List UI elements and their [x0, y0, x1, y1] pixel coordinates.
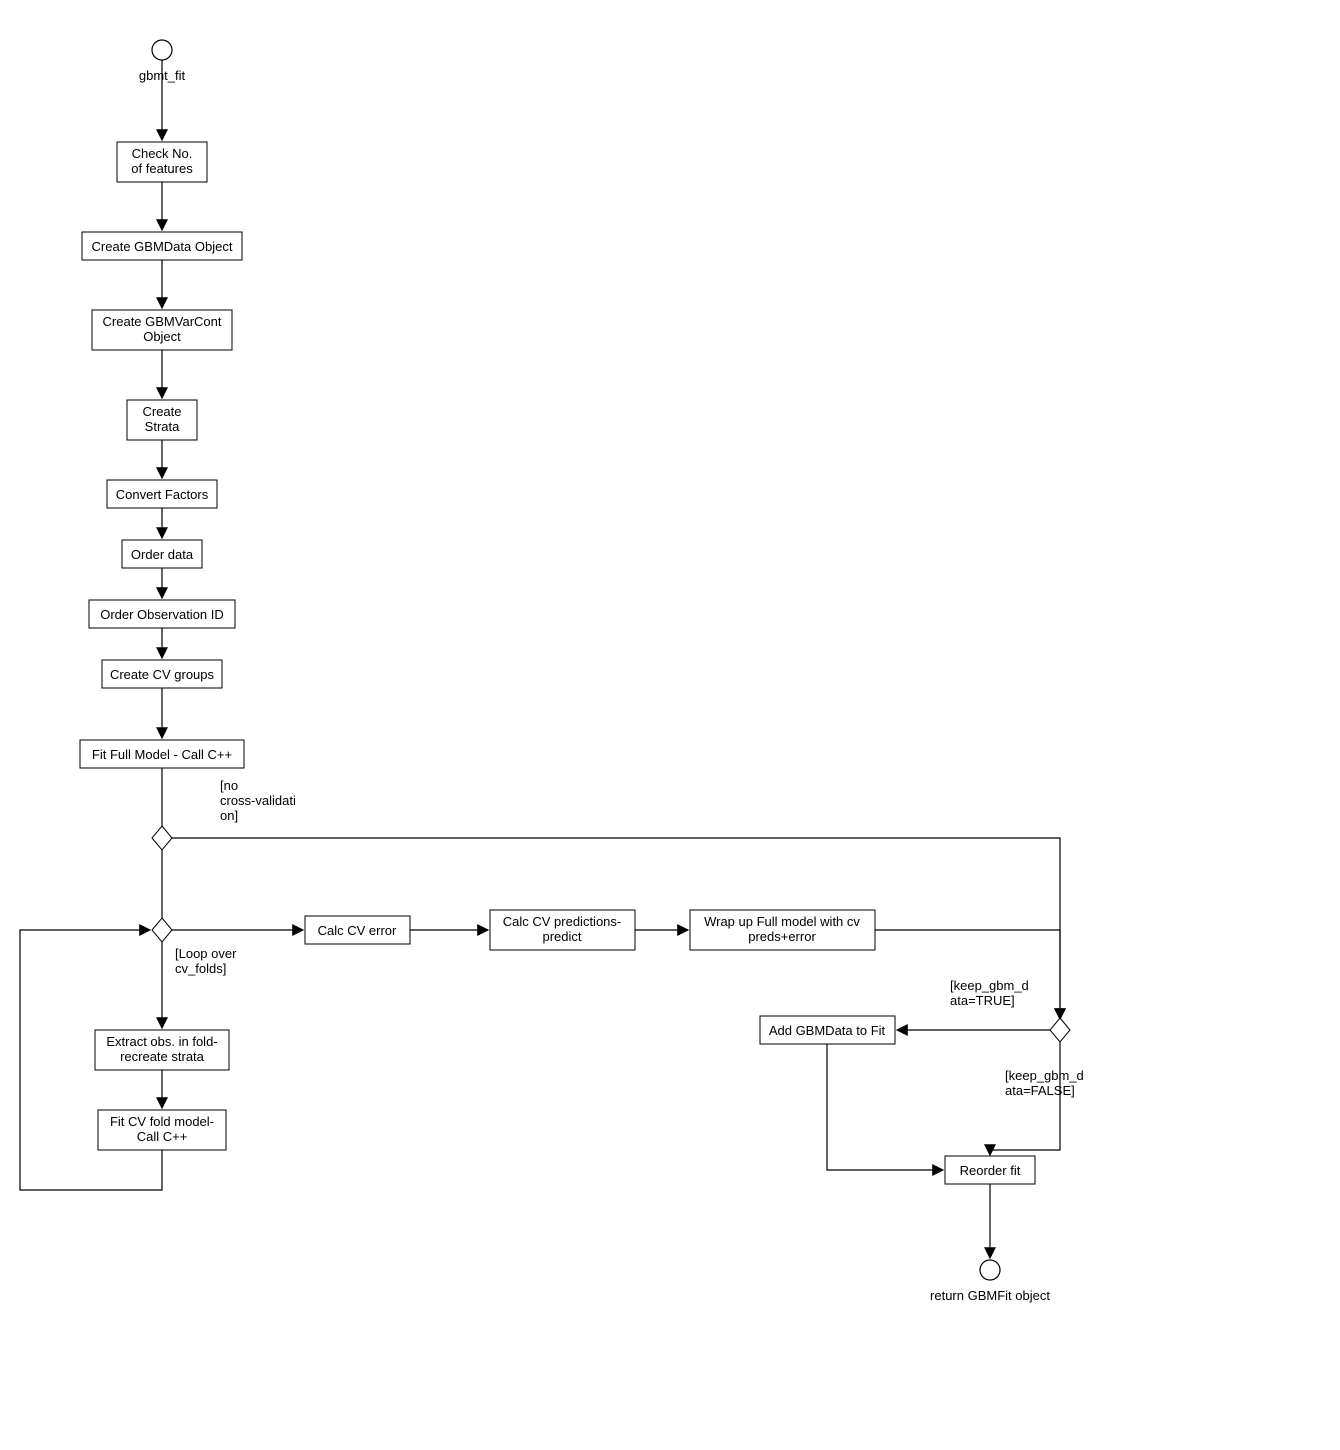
box-create-varcont-label-1: Create GBMVarCont — [103, 314, 222, 329]
label-keep-true-1: [keep_gbm_d — [950, 978, 1029, 993]
box-calc-cv-pred-label-1: Calc CV predictions- — [503, 914, 622, 929]
label-no-cv-1: [no — [220, 778, 238, 793]
edge-add-to-reorder — [827, 1044, 943, 1170]
start-node — [152, 40, 172, 60]
box-add-gbmdata-label: Add GBMData to Fit — [769, 1023, 886, 1038]
box-order-obs-id-label: Order Observation ID — [100, 607, 224, 622]
box-create-cv-groups-label: Create CV groups — [110, 667, 215, 682]
box-calc-cv-error-label: Calc CV error — [318, 923, 397, 938]
box-fit-full-model-label: Fit Full Model - Call C++ — [92, 747, 232, 762]
end-label: return GBMFit object — [930, 1288, 1050, 1303]
box-check-features-label-2: of features — [131, 161, 193, 176]
flowchart-canvas: gbmt_fit Check No. of features Create GB… — [0, 0, 1340, 1450]
box-extract-obs-label-2: recreate strata — [120, 1049, 205, 1064]
box-create-strata-label-2: Strata — [145, 419, 180, 434]
end-node — [980, 1260, 1000, 1280]
box-fit-cv-fold-label-1: Fit CV fold model- — [110, 1114, 214, 1129]
box-create-varcont-label-2: Object — [143, 329, 181, 344]
label-loop-2: cv_folds] — [175, 961, 226, 976]
box-fit-cv-fold-label-2: Call C++ — [137, 1129, 188, 1144]
box-wrap-up-label-2: preds+error — [748, 929, 816, 944]
box-create-gbmdata-label: Create GBMData Object — [92, 239, 233, 254]
box-wrap-up-label-1: Wrap up Full model with cv — [704, 914, 860, 929]
edge-keep-false-to-reorder — [990, 1042, 1060, 1155]
box-calc-cv-pred-label-2: predict — [542, 929, 581, 944]
decision-loop-cv — [152, 918, 172, 942]
label-loop-1: [Loop over — [175, 946, 237, 961]
label-keep-true-2: ata=TRUE] — [950, 993, 1015, 1008]
box-convert-factors-label: Convert Factors — [116, 487, 209, 502]
label-no-cv-3: on] — [220, 808, 238, 823]
box-extract-obs-label-1: Extract obs. in fold- — [106, 1034, 217, 1049]
box-reorder-fit-label: Reorder fit — [960, 1163, 1021, 1178]
label-no-cv-2: cross-validati — [220, 793, 296, 808]
decision-no-cv — [152, 826, 172, 850]
box-create-strata-label-1: Create — [142, 404, 181, 419]
label-keep-false-1: [keep_gbm_d — [1005, 1068, 1084, 1083]
box-order-data-label: Order data — [131, 547, 194, 562]
label-keep-false-2: ata=FALSE] — [1005, 1083, 1075, 1098]
box-check-features-label-1: Check No. — [132, 146, 193, 161]
decision-keep-gbm — [1050, 1018, 1070, 1042]
